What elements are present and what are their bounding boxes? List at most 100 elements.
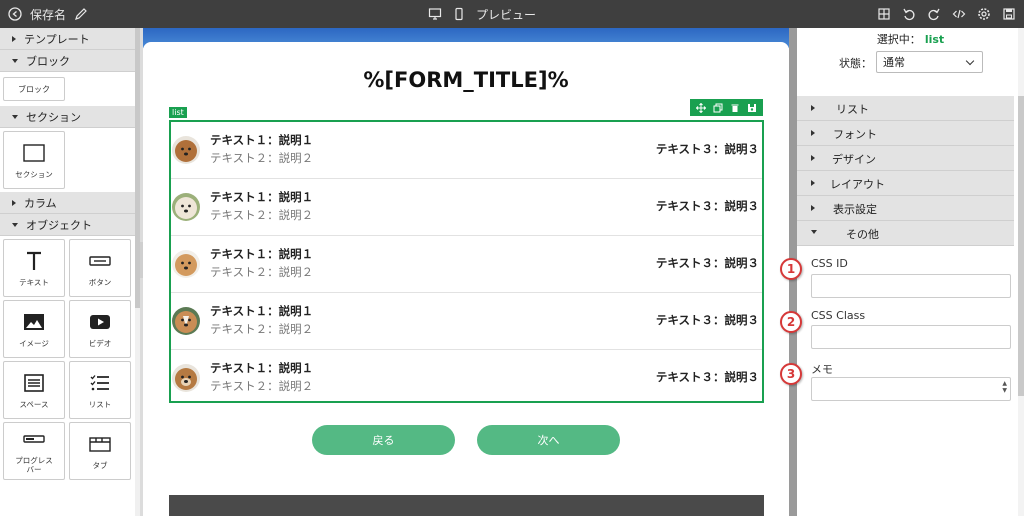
caret-right-icon: [811, 105, 815, 111]
list-text-3: テキスト３：説明３: [655, 370, 759, 384]
accordion-label: リスト: [836, 103, 869, 116]
list-tag: list: [169, 107, 187, 118]
accordion-layout[interactable]: レイアウト: [797, 171, 1014, 196]
form-title[interactable]: %[FORM_TITLE]%: [143, 68, 789, 92]
section-section-header[interactable]: セクション: [0, 106, 139, 128]
save-icon[interactable]: [1002, 7, 1016, 21]
block-item[interactable]: ブロック: [3, 77, 65, 101]
dog-avatar: [172, 250, 200, 278]
template-section-header[interactable]: テンプレート: [0, 28, 139, 50]
list-text-2: テキスト２：説明２: [210, 151, 314, 165]
dog-avatar: [172, 136, 200, 164]
redo-icon[interactable]: [927, 7, 941, 21]
section-tile[interactable]: セクション: [3, 131, 65, 189]
tile-label: スペース: [19, 399, 49, 409]
preview-link[interactable]: プレビュー: [476, 6, 536, 23]
properties-panel: 選択中： list 状態： 通常 リスト フォント デザイン レイアウト 表示設定…: [797, 28, 1024, 516]
panel-scrollbar[interactable]: [1018, 28, 1024, 516]
move-icon[interactable]: [696, 102, 707, 113]
image-icon: [24, 313, 44, 330]
list-component[interactable]: テキスト１：説明１ テキスト２：説明２ テキスト３：説明３ テキスト１：説明１ …: [169, 120, 764, 403]
callout-1: 1: [780, 258, 802, 280]
list-item[interactable]: テキスト１：説明１ テキスト２：説明２ テキスト３：説明３: [171, 179, 762, 236]
accordion-other[interactable]: その他: [797, 221, 1014, 246]
panel-scroll-thumb[interactable]: [1018, 96, 1024, 396]
list-text-3: テキスト３：説明３: [655, 256, 759, 270]
list-item[interactable]: テキスト１：説明１ テキスト２：説明２ テキスト３：説明３: [171, 122, 762, 179]
save-block-icon[interactable]: [747, 103, 757, 113]
tile-label: プログレス バー: [15, 456, 53, 474]
caret-right-icon: [12, 199, 16, 206]
list-tile[interactable]: リスト: [69, 361, 131, 419]
css-id-input[interactable]: [811, 274, 1011, 298]
object-section-header[interactable]: オブジェクト: [0, 214, 139, 236]
caret-down-icon: [12, 114, 18, 119]
list-text-1: テキスト１：説明１: [210, 133, 314, 147]
undo-icon[interactable]: [902, 7, 916, 21]
tile-label: リスト: [88, 399, 112, 409]
chevron-down-icon: [965, 56, 975, 66]
button-tile[interactable]: ボタン: [69, 239, 131, 297]
tab-tile[interactable]: タブ: [69, 422, 131, 480]
code-icon[interactable]: [952, 7, 966, 21]
accordion-font[interactable]: フォント: [797, 121, 1014, 146]
accordion-design[interactable]: デザイン: [797, 146, 1014, 171]
back-button[interactable]: 戻る: [312, 425, 455, 455]
selected-value: list: [924, 33, 945, 46]
text-tile[interactable]: テキスト: [3, 239, 65, 297]
tile-label: テキスト: [19, 277, 49, 287]
pencil-icon[interactable]: [74, 7, 88, 21]
text-icon: [27, 251, 41, 270]
progress-bar-tile[interactable]: プログレス バー: [3, 422, 65, 480]
gear-icon[interactable]: [977, 7, 991, 21]
caret-right-icon: [811, 205, 815, 211]
caret-down-icon: [12, 58, 18, 63]
list-toolbar: [690, 99, 763, 116]
tile-label: タブ: [92, 460, 108, 470]
back-circle-icon[interactable]: [8, 7, 22, 21]
button-icon: [89, 255, 111, 266]
list-item[interactable]: テキスト１：説明１ テキスト２：説明２ テキスト３：説明３: [171, 293, 762, 350]
block-section-header[interactable]: ブロック: [0, 50, 139, 72]
state-value: 通常: [883, 56, 905, 69]
tab-icon: [89, 436, 111, 452]
next-button[interactable]: 次へ: [477, 425, 620, 455]
desktop-icon[interactable]: [428, 7, 442, 21]
list-text-3: テキスト３：説明３: [655, 142, 759, 156]
space-tile[interactable]: スペース: [3, 361, 65, 419]
dog-avatar: [172, 364, 200, 392]
copy-icon[interactable]: [713, 103, 723, 113]
list-text-3: テキスト３：説明３: [655, 199, 759, 213]
list-item[interactable]: テキスト１：説明１ テキスト２：説明２ テキスト３：説明３: [171, 236, 762, 293]
caret-right-icon: [811, 130, 815, 136]
accordion-label: その他: [846, 228, 879, 241]
resize-arrows-icon[interactable]: ▲ ▼: [1002, 380, 1007, 394]
image-tile[interactable]: イメージ: [3, 300, 65, 358]
grid-icon[interactable]: [877, 7, 891, 21]
list-item[interactable]: テキスト１：説明１ テキスト２：説明２ テキスト３：説明３: [171, 350, 762, 407]
left-sidebar: テンプレート ブロック ブロック セクション セクション カラム オブジェクト …: [0, 28, 139, 516]
selected-label: 選択中：: [876, 33, 921, 46]
accordion-list[interactable]: リスト: [797, 96, 1014, 121]
css-id-label: CSS ID: [811, 257, 848, 270]
state-select[interactable]: 通常: [876, 51, 983, 73]
column-label: カラム: [24, 196, 57, 210]
list-text-1: テキスト１：説明１: [210, 361, 314, 375]
dog-avatar: [172, 193, 200, 221]
css-class-label: CSS Class: [811, 309, 866, 322]
tile-label: ビデオ: [88, 338, 112, 348]
footer-block[interactable]: [169, 495, 764, 516]
video-tile[interactable]: ビデオ: [69, 300, 131, 358]
accordion-display[interactable]: 表示設定: [797, 196, 1014, 221]
memo-textarea[interactable]: ▲ ▼: [811, 377, 1011, 401]
delete-icon[interactable]: [730, 103, 740, 113]
list-text-1: テキスト１：説明１: [210, 190, 314, 204]
css-class-input[interactable]: [811, 325, 1011, 349]
callout-3: 3: [780, 363, 802, 385]
section-label: セクション: [26, 110, 81, 124]
section-icon: [23, 143, 45, 162]
accordion-label: 表示設定: [833, 203, 877, 216]
space-icon: [24, 373, 44, 392]
column-section-header[interactable]: カラム: [0, 192, 139, 214]
mobile-icon[interactable]: [452, 7, 466, 21]
